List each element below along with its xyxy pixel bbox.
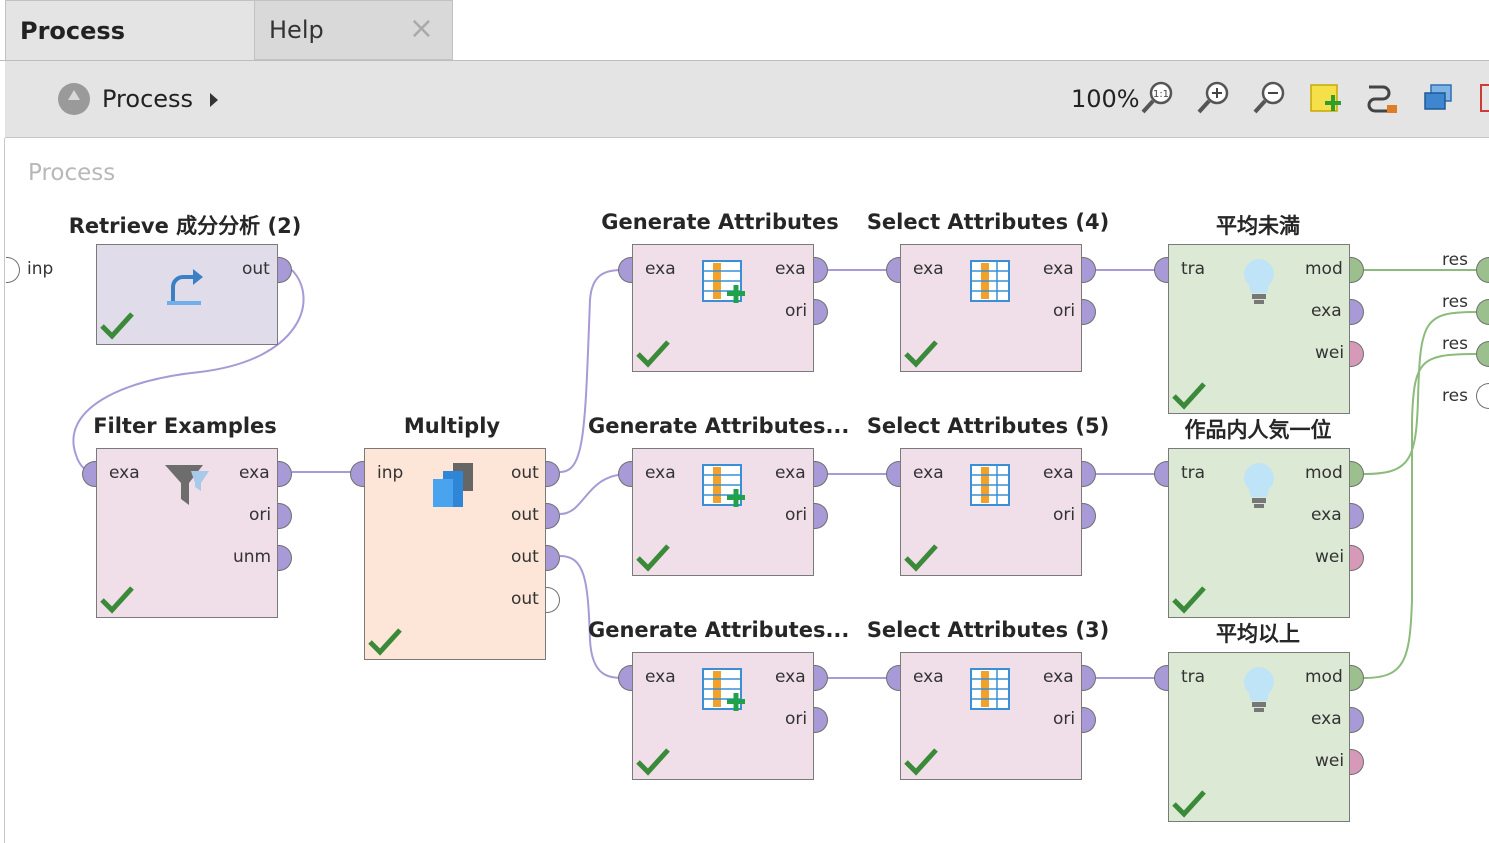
- model1-out-label-2: exa: [1311, 301, 1342, 321]
- sel5-out-label-2: ori: [1053, 505, 1076, 525]
- lightbulb-icon: [1244, 259, 1274, 304]
- status-ok-icon: [100, 586, 134, 614]
- multiply-title: Multiply: [403, 414, 501, 438]
- gen3-title: Generate Attributes...: [588, 618, 850, 642]
- gen1-title: Generate Attributes: [601, 210, 839, 234]
- model2-in-label: tra: [1181, 463, 1206, 483]
- generate-attributes-icon: [702, 260, 745, 303]
- select-attributes-icon: [970, 668, 1010, 710]
- model3-out-label-2: exa: [1311, 709, 1342, 729]
- status-ok-icon: [636, 340, 670, 368]
- model1-in-label: tra: [1181, 259, 1206, 279]
- model3-title: 平均以上: [1216, 622, 1300, 646]
- retrieve-title: Retrieve 成分分析 (2): [68, 214, 302, 238]
- model1-out-label-3: wei: [1315, 343, 1345, 363]
- result-port-label-2: res: [1442, 292, 1468, 312]
- filter-out-label-2: ori: [249, 505, 272, 525]
- gen1-out-label-1: exa: [775, 259, 806, 279]
- status-ok-icon: [636, 748, 670, 776]
- status-ok-icon: [1172, 790, 1206, 818]
- model2-out-label-2: exa: [1311, 505, 1342, 525]
- sel3-out-label-2: ori: [1053, 709, 1076, 729]
- select-attributes-icon: [970, 464, 1010, 506]
- model1-title: 平均未満: [1216, 214, 1300, 238]
- gen2-title: Generate Attributes...: [588, 414, 850, 438]
- model3-out-label-3: wei: [1315, 751, 1345, 771]
- lightbulb-icon: [1244, 667, 1274, 712]
- retrieve-icon: [167, 269, 203, 305]
- gen1-in-label: exa: [645, 259, 676, 279]
- status-ok-icon: [904, 748, 938, 776]
- multiply-in-label: inp: [377, 463, 404, 483]
- process-input-label: inp: [27, 259, 54, 279]
- status-ok-icon: [368, 628, 402, 656]
- status-ok-icon: [1172, 382, 1206, 410]
- multiply-out-label-3: out: [511, 547, 539, 567]
- model2-out-label-3: wei: [1315, 547, 1345, 567]
- sel5-out-label-1: exa: [1043, 463, 1074, 483]
- generate-attributes-icon: [702, 668, 745, 711]
- model1-out-label-1: mod: [1305, 259, 1343, 279]
- gen2-out-label-1: exa: [775, 463, 806, 483]
- gen2-out-label-2: ori: [785, 505, 808, 525]
- sel5-title: Select Attributes (5): [866, 414, 1110, 438]
- status-ok-icon: [904, 544, 938, 572]
- status-ok-icon: [100, 312, 134, 340]
- lightbulb-icon: [1244, 463, 1274, 508]
- gen2-in-label: exa: [645, 463, 676, 483]
- sel3-title: Select Attributes (3): [866, 618, 1110, 642]
- wire-multiply-gen1: [559, 269, 627, 473]
- status-ok-icon: [1172, 586, 1206, 614]
- select-attributes-icon: [970, 260, 1010, 302]
- multiply-out-label-4: out: [511, 589, 539, 609]
- result-port-label-4: res: [1442, 386, 1468, 406]
- filter-out-label-1: exa: [239, 463, 270, 483]
- gen3-in-label: exa: [645, 667, 676, 687]
- wire-multiply-gen3: [559, 555, 627, 679]
- model3-in-label: tra: [1181, 667, 1206, 687]
- sel4-title: Select Attributes (4): [866, 210, 1110, 234]
- sel4-out-label-1: exa: [1043, 259, 1074, 279]
- filter-icon: [165, 465, 209, 505]
- filter-in-label: exa: [109, 463, 140, 483]
- gen1-out-label-2: ori: [785, 301, 808, 321]
- multiply-icon: [433, 463, 473, 507]
- model2-out-label-1: mod: [1305, 463, 1343, 483]
- filter-out-label-3: unm: [233, 547, 272, 567]
- status-ok-icon: [636, 544, 670, 572]
- result-port-label-3: res: [1442, 334, 1468, 354]
- sel3-in-label: exa: [913, 667, 944, 687]
- multiply-out-label-1: out: [511, 463, 539, 483]
- sel4-in-label: exa: [913, 259, 944, 279]
- model2-title: 作品内人気一位: [1184, 418, 1332, 442]
- filter-title: Filter Examples: [93, 414, 277, 438]
- gen3-out-label-1: exa: [775, 667, 806, 687]
- result-port-label-1: res: [1442, 250, 1468, 270]
- wire-multiply-gen2: [559, 473, 627, 515]
- sel5-in-label: exa: [913, 463, 944, 483]
- status-ok-icon: [904, 340, 938, 368]
- model3-out-label-1: mod: [1305, 667, 1343, 687]
- generate-attributes-icon: [702, 464, 745, 507]
- multiply-out-label-2: out: [511, 505, 539, 525]
- gen3-out-label-2: ori: [785, 709, 808, 729]
- retrieve-out-label: out: [242, 259, 270, 279]
- sel4-out-label-2: ori: [1053, 301, 1076, 321]
- sel3-out-label-1: exa: [1043, 667, 1074, 687]
